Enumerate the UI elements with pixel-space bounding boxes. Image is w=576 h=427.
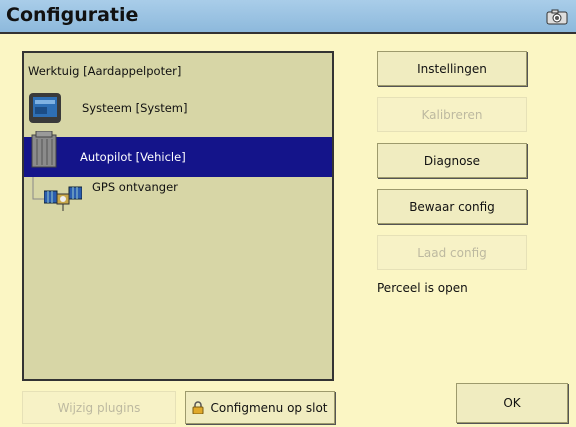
- camera-icon[interactable]: [546, 9, 568, 25]
- autopilot-controller-icon: [31, 131, 57, 168]
- wijzig-plugins-button[interactable]: Wijzig plugins: [22, 391, 176, 424]
- satellite-icon: [44, 186, 82, 211]
- tree-item-autopilot[interactable]: Autopilot [Vehicle]: [24, 131, 332, 177]
- status-text: Perceel is open: [377, 281, 468, 295]
- lock-icon: [192, 401, 204, 414]
- display-unit-icon: [29, 93, 61, 123]
- kalibreren-button[interactable]: Kalibreren: [377, 97, 527, 132]
- tree-header: Werktuig [Aardappelpoter]: [28, 64, 182, 78]
- tree-item-systeem[interactable]: Systeem [System]: [24, 89, 332, 127]
- laad-config-button[interactable]: Laad config: [377, 235, 527, 270]
- title-bar: Configuratie: [0, 0, 576, 34]
- tree-item-gps[interactable]: GPS ontvanger: [24, 177, 332, 215]
- ok-button[interactable]: OK: [456, 383, 568, 423]
- configmenu-lock-label: Configmenu op slot: [210, 400, 328, 415]
- tree-item-label: Systeem [System]: [82, 101, 188, 115]
- component-tree: Werktuig [Aardappelpoter] Systeem [Syste…: [22, 51, 334, 381]
- diagnose-button[interactable]: Diagnose: [377, 143, 527, 178]
- configmenu-lock-button[interactable]: Configmenu op slot: [185, 391, 335, 424]
- tree-item-label: Autopilot [Vehicle]: [80, 150, 186, 164]
- window-title: Configuratie: [6, 4, 139, 26]
- tree-item-label: GPS ontvanger: [92, 180, 178, 194]
- tree-connector: [32, 177, 44, 200]
- instellingen-button[interactable]: Instellingen: [377, 51, 527, 86]
- bewaar-config-button[interactable]: Bewaar config: [377, 189, 527, 224]
